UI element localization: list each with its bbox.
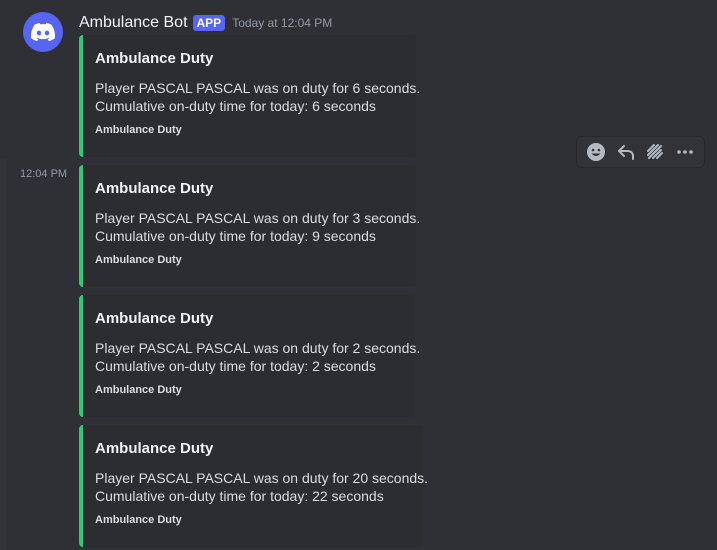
embed-card: Ambulance Duty Player PASCAL PASCAL was …: [79, 35, 421, 157]
embed-description: Player PASCAL PASCAL was on duty for 2 s…: [95, 339, 421, 375]
avatar[interactable]: [23, 12, 63, 52]
embed-title: Ambulance Duty: [95, 50, 214, 67]
more-options-button[interactable]: [673, 140, 697, 164]
emoji-icon: [586, 143, 605, 161]
embed-cumulative-line: Cumulative on-duty time for today: 2 sec…: [95, 358, 376, 374]
message-actions-toolbar: [576, 136, 705, 168]
embed-footer: Ambulance Duty: [95, 254, 182, 266]
add-reaction-button[interactable]: [584, 140, 608, 164]
embed-title: Ambulance Duty: [95, 310, 214, 327]
embed-card: Ambulance Duty Player PASCAL PASCAL was …: [79, 425, 429, 547]
embed-description: Player PASCAL PASCAL was on duty for 6 s…: [95, 79, 421, 115]
embed-duty-line: Player PASCAL PASCAL was on duty for 6 s…: [95, 80, 421, 96]
create-thread-button[interactable]: [643, 140, 667, 164]
chat-view: Ambulance Bot APP Today at 12:04 PM 12:0…: [0, 0, 717, 550]
embed-title: Ambulance Duty: [95, 440, 214, 457]
discord-logo-icon: [31, 23, 55, 41]
embed-duty-line: Player PASCAL PASCAL was on duty for 3 s…: [95, 210, 421, 226]
embed-description: Player PASCAL PASCAL was on duty for 20 …: [95, 469, 429, 505]
embed-description: Player PASCAL PASCAL was on duty for 3 s…: [95, 209, 421, 245]
app-badge: APP: [192, 15, 226, 31]
reply-button[interactable]: [614, 140, 638, 164]
message-timestamp[interactable]: Today at 12:04 PM: [232, 16, 332, 30]
reply-icon: [617, 145, 634, 160]
embed-card: Ambulance Duty Player PASCAL PASCAL was …: [79, 165, 421, 287]
embed-footer: Ambulance Duty: [95, 514, 182, 526]
embed-cumulative-line: Cumulative on-duty time for today: 6 sec…: [95, 98, 376, 114]
embed-title: Ambulance Duty: [95, 180, 214, 197]
username[interactable]: Ambulance Bot: [79, 14, 188, 32]
embed-cumulative-line: Cumulative on-duty time for today: 22 se…: [95, 488, 384, 504]
more-icon: [677, 150, 693, 154]
message-header: Ambulance Bot APP Today at 12:04 PM: [79, 12, 332, 34]
embed-cumulative-line: Cumulative on-duty time for today: 9 sec…: [95, 228, 376, 244]
embed-footer: Ambulance Duty: [95, 384, 182, 396]
embed-duty-line: Player PASCAL PASCAL was on duty for 20 …: [95, 470, 429, 486]
side-timestamp[interactable]: 12:04 PM: [20, 168, 67, 180]
thread-icon: [647, 144, 664, 159]
embed-footer: Ambulance Duty: [95, 124, 182, 136]
embed-duty-line: Player PASCAL PASCAL was on duty for 2 s…: [95, 340, 421, 356]
embed-card: Ambulance Duty Player PASCAL PASCAL was …: [79, 295, 421, 417]
